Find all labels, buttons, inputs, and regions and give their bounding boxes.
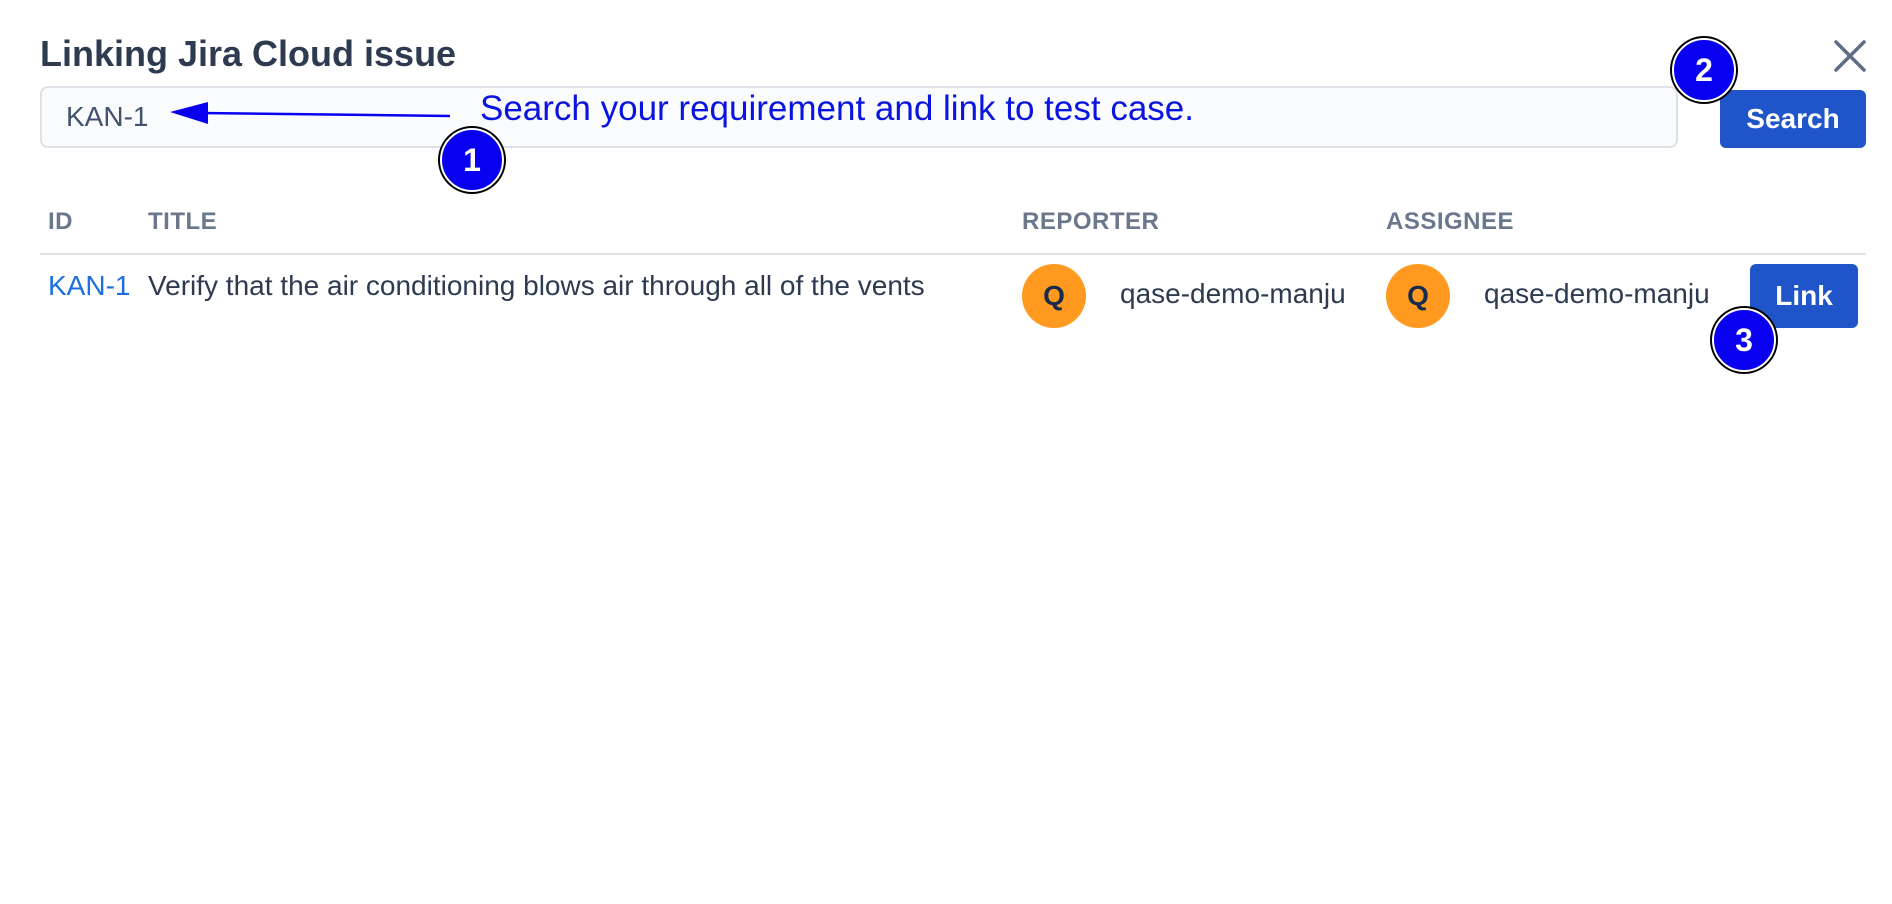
issue-id-link[interactable]: KAN-1 [48,270,130,302]
step-badge-1: 1 [440,128,504,192]
column-header-id: ID [48,208,73,235]
reporter-name: qase-demo-manju [1120,278,1346,309]
close-icon[interactable] [1832,38,1868,74]
link-issue-dialog: Linking Jira Cloud issue Search Search y… [0,0,1892,904]
annotation-text: Search your requirement and link to test… [480,89,1194,128]
reporter-avatar: Q [1022,264,1086,328]
assignee-avatar: Q [1386,264,1450,328]
assignee-name: qase-demo-manju [1484,278,1710,309]
column-header-title: TITLE [148,208,218,235]
issue-title: Verify that the air conditioning blows a… [148,270,925,301]
table-header-divider [40,253,1866,255]
step-badge-2: 2 [1672,38,1736,102]
column-header-reporter: REPORTER [1022,208,1160,235]
dialog-title: Linking Jira Cloud issue [40,33,457,74]
step-badge-3: 3 [1712,308,1776,372]
column-header-assignee: ASSIGNEE [1386,208,1515,235]
search-button[interactable]: Search [1720,90,1866,148]
annotation-arrow [170,102,451,124]
